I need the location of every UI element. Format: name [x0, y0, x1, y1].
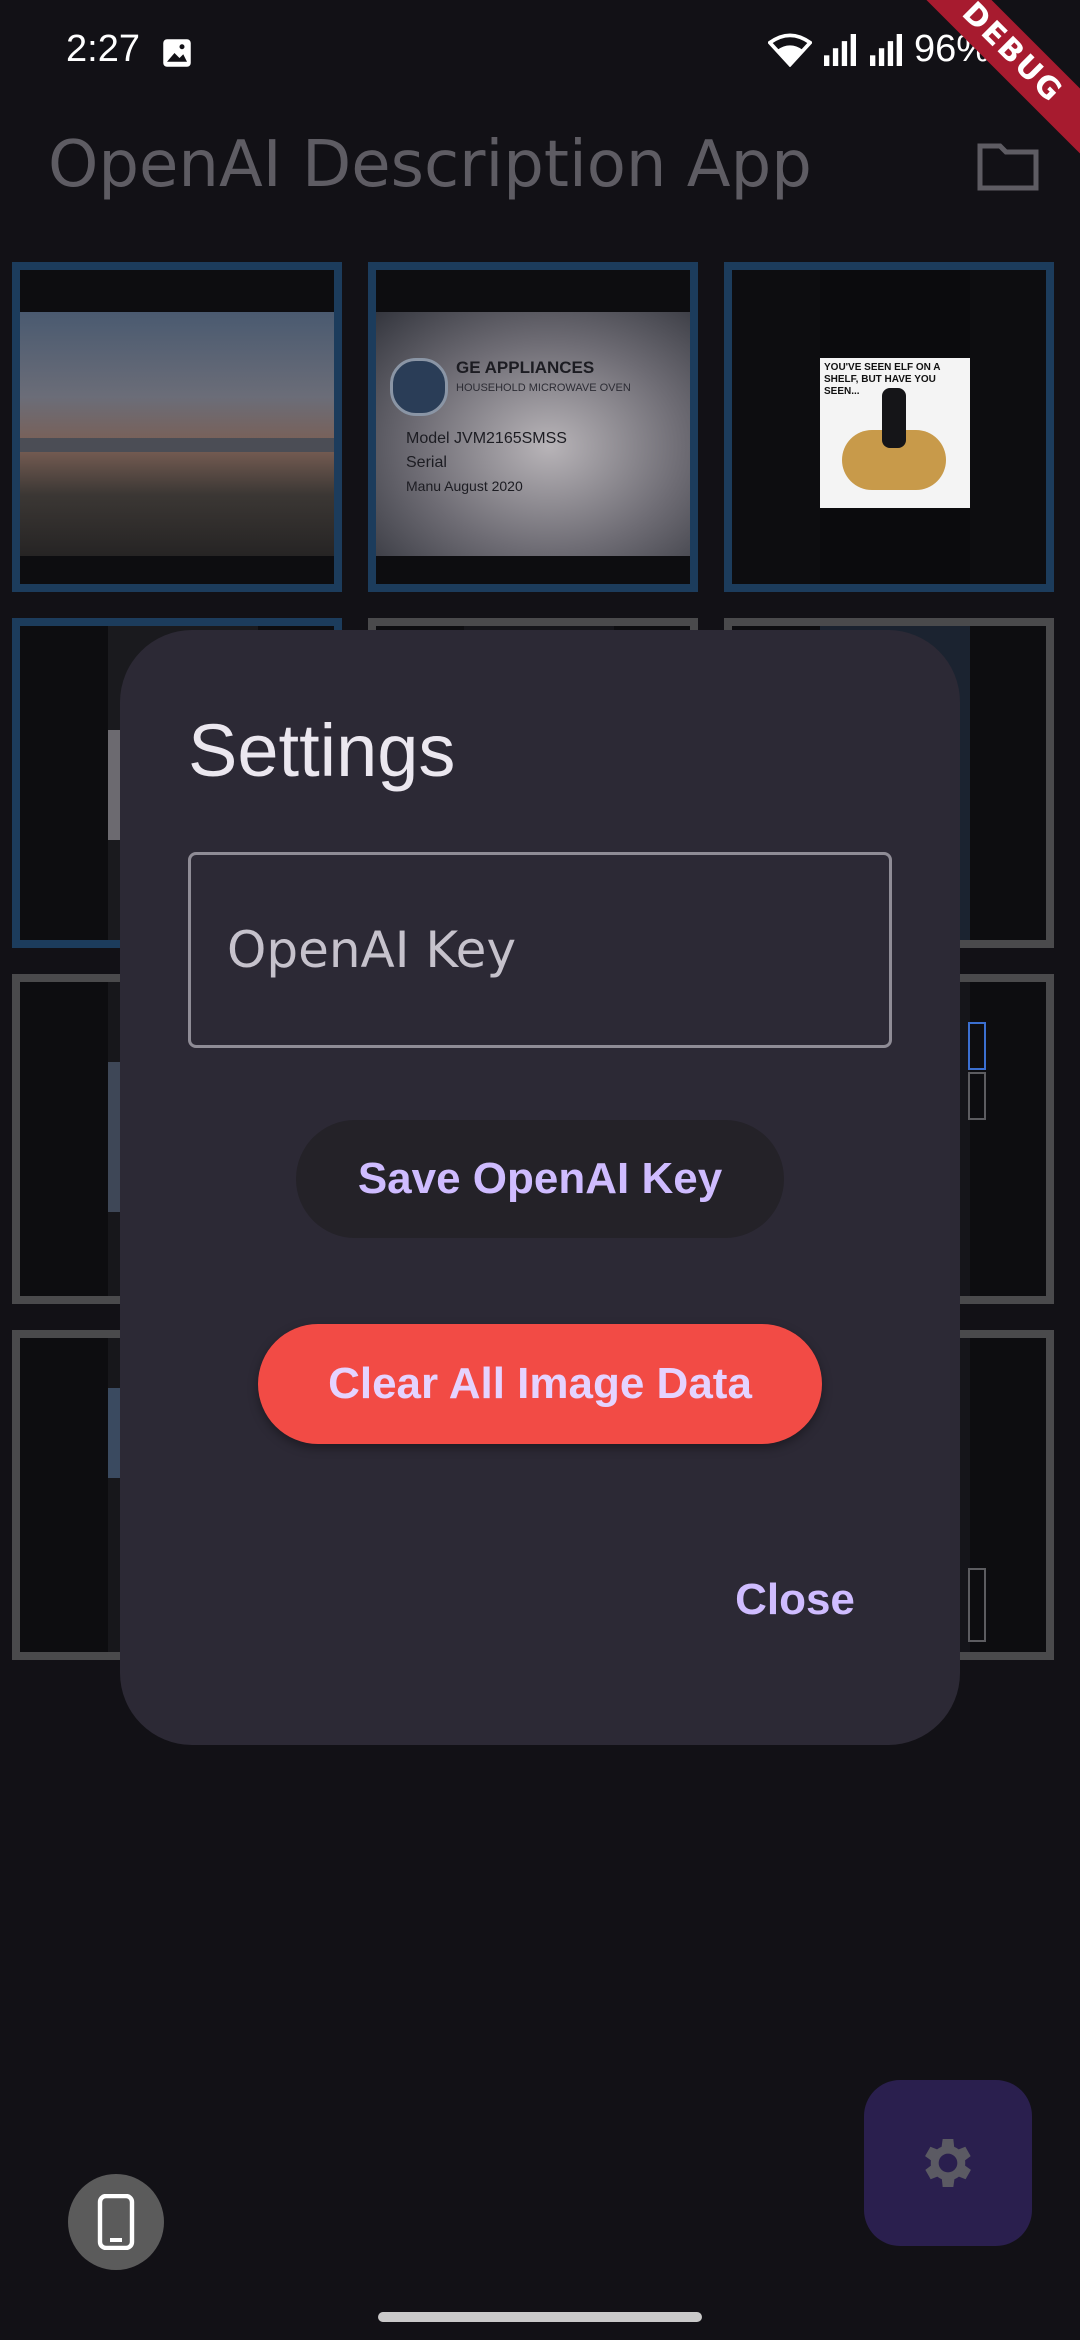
close-button[interactable]: Close: [710, 1565, 880, 1635]
phone-icon: [97, 2194, 135, 2250]
gesture-nav-handle[interactable]: [378, 2312, 702, 2322]
device-button[interactable]: [68, 2174, 164, 2270]
settings-fab[interactable]: [864, 2080, 1032, 2246]
openai-key-placeholder: OpenAI Key: [227, 921, 517, 979]
gear-icon: [925, 2139, 971, 2187]
settings-dialog: Settings OpenAI Key Save OpenAI Key Clea…: [120, 630, 960, 1745]
openai-key-field[interactable]: OpenAI Key: [188, 852, 892, 1048]
save-openai-key-button[interactable]: Save OpenAI Key: [296, 1120, 784, 1238]
clear-image-data-button[interactable]: Clear All Image Data: [258, 1324, 822, 1444]
dialog-title: Settings: [188, 709, 456, 792]
